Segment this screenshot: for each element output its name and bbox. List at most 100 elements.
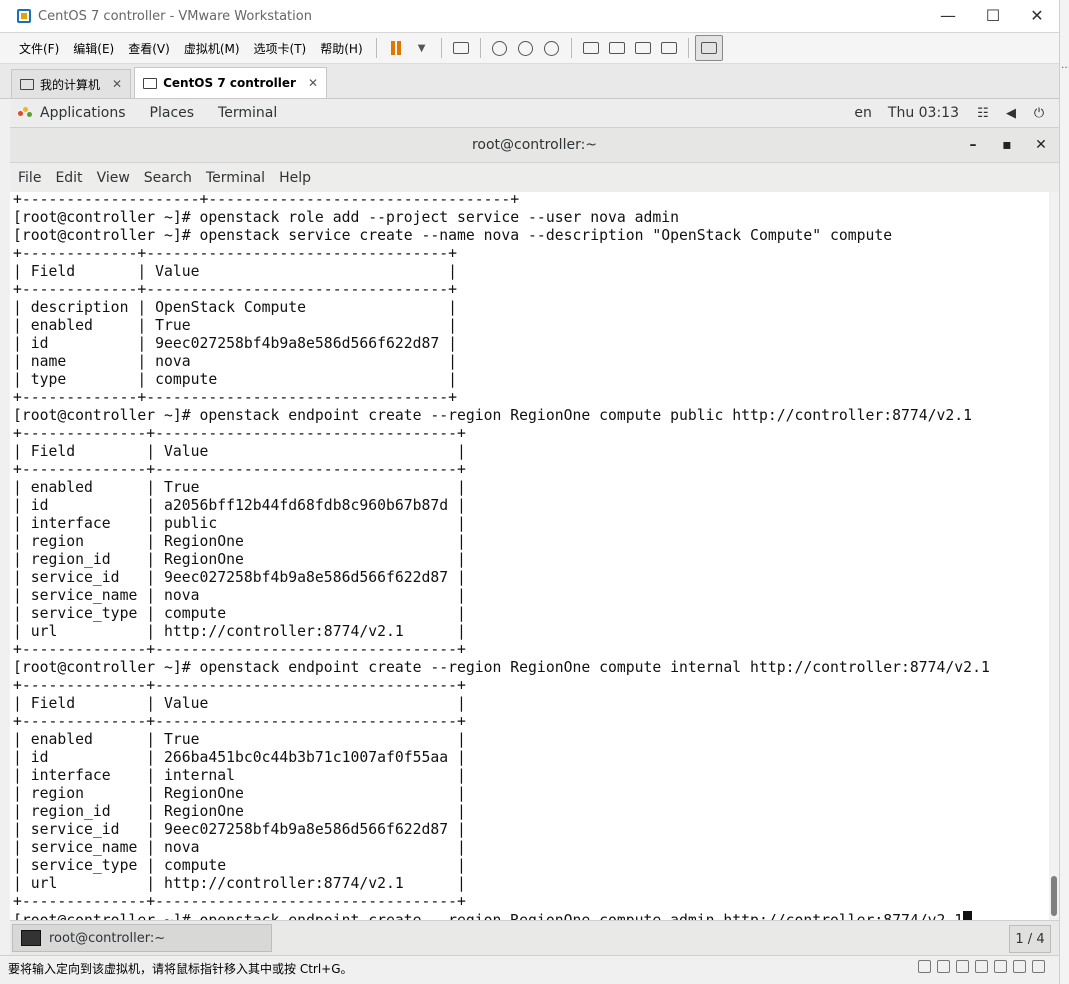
vm-icon [143,77,158,89]
cd-drive-icon[interactable] [937,960,950,973]
snapshot-button[interactable] [487,36,513,60]
terminal-scrollbar[interactable] [1049,192,1059,920]
revert-snapshot-button[interactable] [513,36,539,60]
terminal-menu-search[interactable]: Search [137,170,199,186]
tab-my-computer[interactable]: 我的计算机 ✕ [11,69,132,98]
vmware-app-icon [17,9,31,23]
tab-label: 我的计算机 [40,77,101,92]
terminal-menu-terminal[interactable]: Terminal [199,170,272,186]
show-thumbnail-button[interactable] [604,36,630,60]
thumbnail-bar-icon [608,42,625,54]
pause-button[interactable] [383,36,409,60]
menu-view[interactable]: 查看(V) [121,40,177,57]
terminal-line: [root@controller ~]# openstack endpoint … [13,659,990,676]
close-icon[interactable]: ✕ [1014,0,1060,30]
snapshot-clock-icon [492,40,508,56]
manager-clock-icon [544,40,560,56]
tab-close-icon[interactable]: ✕ [112,77,122,91]
terminal-line: [root@controller ~]# openstack service c… [13,227,893,244]
terminal-prompt-line: [root@controller ~]# openstack endpoint … [13,912,963,920]
tab-close-icon[interactable]: ✕ [308,76,318,90]
vmware-status-bar: 要将输入定向到该虚拟机，请将鼠标指针移入其中或按 Ctrl+G。 [0,955,1059,980]
maximize-icon[interactable]: ☐ [970,0,1016,30]
terminal-line: | url | http://controller:8774/v2.1 | [13,623,466,640]
terminal-line: +--------------+------------------------… [13,893,466,910]
input-language-indicator[interactable]: en [854,105,872,121]
desktop-background-strip: … [1059,0,1069,984]
terminal-line: +--------------+------------------------… [13,461,466,478]
menu-tabs[interactable]: 选项卡(T) [247,40,314,57]
terminal-line: +--------------------+------------------… [13,192,520,208]
places-menu[interactable]: Places [150,105,195,121]
scrollbar-thumb[interactable] [1051,876,1057,916]
terminal-line: | id | 9eec027258bf4b9a8e586d566f622d87 … [13,335,458,352]
tab-centos-controller[interactable]: CentOS 7 controller ✕ [134,67,327,98]
toolbar-separator [375,38,377,58]
taskbar-terminal-item[interactable]: root@controller:~ [12,924,272,952]
gnome-top-bar: Applications Places Terminal en Thu 03:1… [10,99,1059,128]
terminal-title-bar: root@controller:~ – ▪ ✕ [10,128,1059,163]
terminal-line: +--------------+------------------------… [13,713,466,730]
terminal-line: | type | compute | [13,371,458,388]
usb-icon[interactable] [975,960,988,973]
network-icon[interactable]: ☷ [975,105,991,121]
console-view-button[interactable] [694,35,723,61]
terminal-close-icon[interactable]: ✕ [1024,128,1058,162]
terminal-line: | service_name | nova | [13,587,466,604]
show-library-button[interactable] [578,36,604,60]
guest-screen[interactable]: Applications Places Terminal en Thu 03:1… [10,99,1059,956]
applications-menu[interactable]: Applications [40,105,126,121]
menu-help[interactable]: 帮助(H) [313,40,369,57]
send-ctrl-alt-del-button[interactable] [448,36,474,60]
taskbar-item-label: root@controller:~ [49,930,166,946]
terminal-line: | id | a2056bff12b44fd68fdb8c960b67b87d … [13,497,466,514]
menu-edit[interactable]: 编辑(E) [66,40,121,57]
terminal-line: +--------------+------------------------… [13,677,466,694]
message-icon[interactable] [1032,960,1045,973]
vmware-tab-strip: 我的计算机 ✕ CentOS 7 controller ✕ [0,64,1059,99]
vmware-menubar: 文件(F) 编辑(E) 查看(V) 虚拟机(M) 选项卡(T) 帮助(H) ▼ [0,33,1059,64]
vmware-title-bar: CentOS 7 controller - VMware Workstation… [0,0,1059,33]
network-keyboard-icon [452,42,469,54]
menu-file[interactable]: 文件(F) [12,40,66,57]
terminal-line: | region | RegionOne | [13,785,466,802]
terminal-line: | service_id | 9eec027258bf4b9a8e586d566… [13,821,466,838]
terminal-maximize-icon[interactable]: ▪ [990,128,1024,162]
sound-icon[interactable] [994,960,1007,973]
menu-vm[interactable]: 虚拟机(M) [177,40,247,57]
terminal-menu-view[interactable]: View [90,170,137,186]
power-dropdown-icon[interactable]: ▼ [409,36,435,60]
terminal-line: | region_id | RegionOne | [13,551,466,568]
window-title: CentOS 7 controller - VMware Workstation [38,8,312,24]
display-icon[interactable] [1013,960,1026,973]
terminal-minimize-icon[interactable]: – [956,128,990,162]
terminal-app-menu[interactable]: Terminal [218,105,277,121]
power-icon[interactable]: ⏻ [1031,105,1047,121]
terminal-line: | Field | Value | [13,695,466,712]
terminal-output[interactable]: +--------------------+------------------… [10,192,1059,920]
computer-icon [20,78,34,90]
clock[interactable]: Thu 03:13 [888,105,959,121]
terminal-icon [21,930,41,946]
pause-icon [390,41,395,55]
volume-icon[interactable]: ◀ [1003,105,1019,121]
terminal-line: | service_type | compute | [13,605,466,622]
workspace-indicator[interactable]: 1 / 4 [1009,925,1051,953]
terminal-line: +-------------+-------------------------… [13,245,458,262]
terminal-line: | region | RegionOne | [13,533,466,550]
terminal-menu-help[interactable]: Help [272,170,318,186]
terminal-menu-edit[interactable]: Edit [48,170,89,186]
no-stretch-button[interactable] [656,36,682,60]
hard-disk-icon[interactable] [918,960,931,973]
terminal-line: | service_type | compute | [13,857,466,874]
vmware-window: CentOS 7 controller - VMware Workstation… [0,0,1059,984]
minimize-icon[interactable]: — [925,0,971,30]
terminal-menu-file[interactable]: File [11,170,48,186]
terminal-line: | name | nova | [13,353,458,370]
full-screen-button[interactable] [630,36,656,60]
network-adapter-icon[interactable] [956,960,969,973]
gnome-foot-icon [18,107,32,119]
terminal-line: | interface | public | [13,515,466,532]
terminal-line: | enabled | True | [13,317,458,334]
snapshot-manager-button[interactable] [539,36,565,60]
